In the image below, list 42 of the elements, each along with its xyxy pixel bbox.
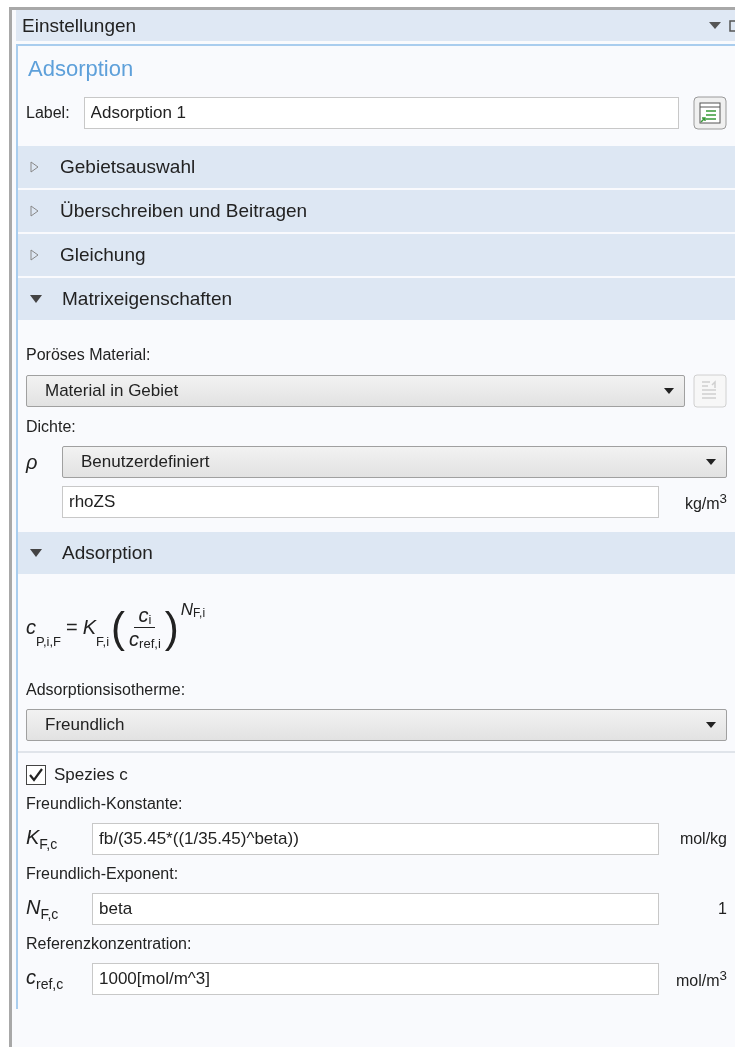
- expanded-triangle-icon: [30, 294, 42, 304]
- unit-label: mol/m$^{3}$: [675, 967, 727, 991]
- dropdown-arrow-icon: [664, 388, 674, 394]
- panel-title: Einstellungen: [22, 14, 137, 37]
- parameter-caption: Freundlich-Exponent:: [25, 864, 180, 884]
- collapsed-triangle-icon: [30, 249, 40, 261]
- density-dropdown[interactable]: Benutzerdefiniert: [62, 446, 727, 478]
- material-dropdown[interactable]: Material in Gebiet: [26, 375, 685, 407]
- panel-controls-icon[interactable]: [707, 18, 735, 33]
- collapsed-triangle-icon: [30, 205, 40, 217]
- section-header[interactable]: Adsorption: [18, 532, 735, 574]
- unit-label: kg/m$^{3}$: [683, 490, 727, 514]
- density-symbol: ρ: [26, 450, 39, 474]
- parameter-field[interactable]: 1000[mol/m^3]: [92, 963, 659, 995]
- parameter-symbol: c$_{ref,c}$: [26, 966, 65, 992]
- parameter-caption: Freundlich-Konstante:: [25, 794, 184, 814]
- parameter-field[interactable]: beta: [92, 893, 659, 925]
- section-header[interactable]: Überschreiben und Beitragen: [18, 190, 735, 232]
- parameter-caption: Referenzkonzentration:: [25, 934, 193, 954]
- parameter-symbol: K$_{F,c}$: [26, 826, 59, 852]
- isotherm-caption: Adsorptionsisotherme:: [25, 680, 187, 700]
- species-label: Spezies c: [54, 765, 128, 785]
- label-caption: Label:: [26, 104, 70, 122]
- unit-label: 1: [717, 900, 727, 918]
- label-field[interactable]: Adsorption 1: [83, 97, 679, 129]
- feature-title: Adsorption: [27, 55, 135, 83]
- material-caption: Poröses Material:: [25, 345, 152, 365]
- parameter-field[interactable]: fb/(35.45*((1/35.45)^beta)): [92, 823, 659, 855]
- isotherm-dropdown[interactable]: Freundlich: [26, 709, 727, 741]
- note-button-icon[interactable]: [693, 96, 727, 130]
- density-caption: Dichte:: [25, 417, 77, 437]
- dropdown-arrow-icon: [706, 722, 716, 728]
- density-field[interactable]: rhoZS: [62, 486, 659, 518]
- section-header[interactable]: Matrixeigenschaften: [18, 278, 735, 320]
- collapsed-triangle-icon: [30, 161, 40, 173]
- parameter-symbol: N$_{F,c}$: [26, 896, 60, 922]
- dropdown-arrow-icon: [706, 459, 716, 465]
- species-checkbox[interactable]: [26, 765, 46, 785]
- unit-label: mol/kg: [678, 830, 727, 848]
- section-header[interactable]: Gebietsauswahl: [18, 146, 735, 188]
- expanded-triangle-icon: [30, 548, 42, 558]
- section-header[interactable]: Gleichung: [18, 234, 735, 276]
